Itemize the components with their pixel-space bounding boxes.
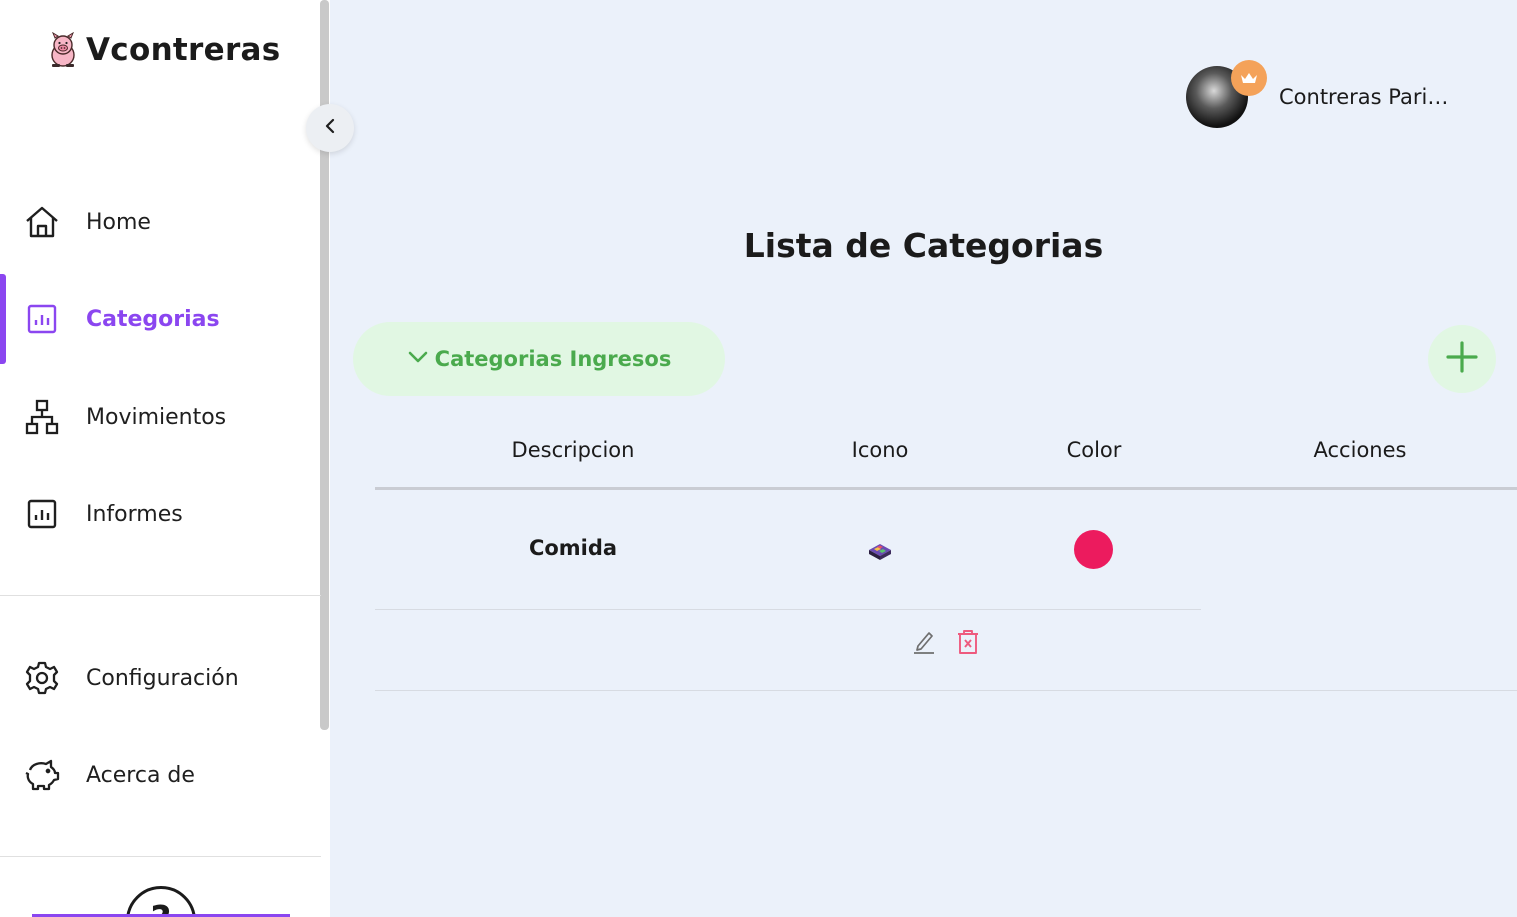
report-icon	[24, 496, 60, 532]
row-divider	[375, 609, 1201, 610]
gear-icon	[24, 660, 60, 696]
section-label: Categorias Ingresos	[434, 347, 672, 371]
column-header-acciones: Acciones	[1313, 438, 1407, 462]
sidebar-item-movimientos[interactable]: Movimientos	[0, 372, 320, 462]
sidebar-item-label: Acerca de	[86, 762, 195, 788]
edit-icon	[912, 629, 936, 659]
sidebar-item-label: Movimientos	[86, 404, 227, 430]
table-bottom-divider	[375, 690, 1517, 691]
chevron-down-icon	[407, 349, 429, 369]
collapse-sidebar-button[interactable]	[306, 104, 354, 152]
home-icon	[24, 204, 60, 240]
sidebar-item-configuracion[interactable]: Configuración	[0, 633, 320, 723]
sidebar-item-label: Informes	[86, 501, 183, 527]
crown-icon	[1231, 60, 1267, 96]
sidebar-item-label: Home	[86, 209, 151, 235]
sidebar-item-informes[interactable]: Informes	[0, 469, 320, 559]
column-header-color: Color	[1066, 438, 1122, 462]
sidebar-item-home[interactable]: Home	[0, 177, 320, 267]
sidebar-divider	[0, 856, 321, 857]
bento-box-icon	[866, 540, 894, 562]
sidebar-item-label: Categorias	[86, 306, 220, 332]
chevron-left-icon	[323, 118, 337, 138]
category-color-swatch	[1074, 530, 1113, 569]
piggy-bank-icon	[24, 757, 60, 793]
chart-icon	[24, 301, 60, 337]
page-title: Lista de Categorias	[743, 226, 1104, 265]
delete-icon	[956, 628, 980, 660]
help-button[interactable]: ?	[126, 886, 196, 917]
sidebar-item-label: Configuración	[86, 665, 239, 691]
categorias-ingresos-toggle[interactable]: Categorias Ingresos	[353, 322, 725, 396]
brand-name: Vcontreras	[86, 32, 281, 68]
column-header-icono: Icono	[851, 438, 909, 462]
edit-button[interactable]	[911, 630, 937, 658]
sidebar-divider	[0, 595, 321, 596]
sidebar-item-acerca-de[interactable]: Acerca de	[0, 730, 320, 820]
delete-button[interactable]	[955, 630, 981, 658]
sidebar-item-categorias[interactable]: Categorias	[0, 274, 320, 364]
sidebar: Vcontreras Home Categorias Movimientos I…	[0, 0, 330, 917]
column-header-descripcion: Descripcion	[511, 438, 635, 462]
table-cell-descripcion: Comida	[528, 536, 618, 560]
pig-icon	[46, 31, 80, 68]
plus-icon	[1445, 340, 1479, 378]
hierarchy-icon	[24, 399, 60, 435]
avatar[interactable]	[1186, 60, 1267, 128]
table-header-divider	[375, 487, 1517, 490]
user-menu[interactable]: Contreras Pari…	[1186, 60, 1448, 128]
user-name[interactable]: Contreras Pari…	[1279, 85, 1448, 109]
add-category-button[interactable]	[1428, 325, 1496, 393]
brand[interactable]: Vcontreras	[46, 31, 281, 68]
